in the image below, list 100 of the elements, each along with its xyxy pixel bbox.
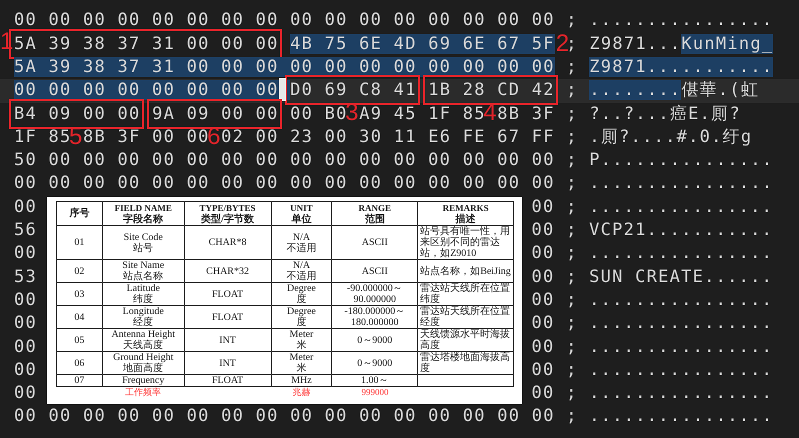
table-cell: N/A 不适用 (271, 226, 332, 260)
ascii-text: P............... (589, 150, 774, 170)
hex-bytes: B4 09 00 00 (14, 104, 141, 124)
table-cell: Site Name 站点名称 (102, 260, 184, 282)
column-separator: ; (566, 10, 578, 30)
hex-byte: 00 (14, 290, 38, 310)
column-header: 序号 (56, 202, 102, 226)
ascii-text: ................ (589, 313, 774, 334)
hex-bytes: 50 00 00 00 00 00 00 00 00 00 00 00 00 00 00 00 (14, 150, 555, 170)
table-cell: 雷达站天线所在位置纬度 (418, 282, 514, 306)
table-cell: -90.000000～ 90.000000 (332, 282, 418, 306)
table-cell: Degree 度 (271, 282, 332, 306)
column-separator: ; (566, 150, 578, 170)
table-cell: Latitude 纬度 (102, 282, 184, 306)
table-cell: 雷达站天线所在位置经度 (418, 306, 514, 328)
table-cell: 雷达塔楼地面海拔高度 (418, 352, 514, 374)
table-cell: FLOAT (184, 374, 271, 386)
column-header: UNIT 单位 (271, 202, 332, 226)
hex-bytes: 9A 09 00 00 (152, 104, 279, 124)
hex-bytes: 4B 75 6E 4D 69 6E 67 5F (290, 34, 555, 54)
column-separator: ; (566, 383, 578, 404)
hex-byte: 00 (532, 196, 555, 217)
annotation-number: 2 (556, 32, 570, 56)
hex-byte: 00 (532, 313, 555, 334)
ascii-text: ................ (589, 173, 774, 194)
column-header: RANGE 范围 (332, 202, 418, 226)
column-header: TYPE/BYTES 类型/字节数 (184, 202, 271, 226)
table-cell: ASCII (332, 226, 418, 260)
table-cell: 站号具有唯一性，用来区别不同的雷达站，如Z9010 (418, 226, 514, 260)
hex-bytes: 5A 39 38 37 31 00 00 00 (14, 34, 279, 54)
table-cell: CHAR*32 (184, 260, 271, 282)
table-cell: CHAR*8 (184, 226, 271, 260)
ascii-text: ................ (589, 336, 774, 357)
cell-overflow-text: 兆赫 (292, 387, 310, 397)
column-separator: ; (566, 173, 578, 194)
hex-byte: 00 (14, 196, 38, 217)
hex-byte: 00 (14, 243, 38, 264)
table-cell: MHz (271, 374, 332, 386)
table-cell: Site Code 站号 (102, 226, 184, 260)
table-cell: 01 (56, 226, 102, 260)
column-separator: ; (566, 290, 578, 310)
hex-byte: 00 (532, 290, 555, 310)
column-header: REMARKS 描述 (418, 202, 514, 226)
ascii-text: ................ (589, 360, 774, 380)
table-cell: Ground Height 地面高度 (102, 352, 184, 374)
table-cell: 站点名称，如BeiJing (418, 260, 514, 282)
column-header: FIELD NAME 字段名称 (102, 202, 184, 226)
hex-bytes: 00 00 00 00 00 00 00 00 00 00 00 00 00 00 00 00 (14, 406, 555, 426)
table-cell: INT (184, 328, 271, 352)
ascii-text: Z9871... (589, 34, 682, 54)
column-separator: ; (566, 126, 578, 147)
hex-byte: 00 (532, 360, 555, 380)
ascii-text: .厠?....#.0.纡g (589, 126, 752, 147)
ascii-text: KunMing_ (681, 34, 774, 54)
ascii-text: ................ (589, 290, 774, 310)
table-cell: 02 (56, 260, 102, 282)
table-cell: Longitude 经度 (102, 306, 184, 328)
column-separator: ; (566, 56, 578, 77)
hex-byte: 00 (14, 383, 38, 404)
table-cell: FLOAT (184, 282, 271, 306)
table-cell: 0～9000 (332, 328, 418, 352)
column-separator: ; (566, 104, 578, 124)
table-cell: Antenna Height 天线高度 (102, 328, 184, 352)
hex-bytes: 5A 39 38 37 31 00 00 00 00 00 00 00 00 00 00 00 (14, 56, 555, 77)
hex-bytes: 00 00 00 00 00 00 00 00 00 00 00 00 00 00 00 00 (14, 10, 555, 30)
column-separator: ; (566, 313, 578, 334)
hex-byte: 00 (532, 336, 555, 357)
table-cell: 06 (56, 352, 102, 374)
hex-bytes: 00 00 00 00 00 00 00 00 00 00 00 00 00 00 00 00 (14, 173, 555, 194)
table-cell: 07 (56, 374, 102, 386)
cell-overflow-text: 999000 (362, 387, 388, 397)
ascii-text: ................ (589, 196, 774, 217)
ascii-text: SUN CREATE...... (589, 266, 774, 287)
hex-byte: 00 (14, 313, 38, 334)
column-separator: ; (566, 220, 578, 240)
column-separator: ; (566, 336, 578, 357)
column-separator: ; (566, 243, 578, 264)
hex-bytes: 8B 3F (497, 104, 555, 124)
table-cell: Degree 度 (271, 306, 332, 328)
column-separator: ; (566, 80, 578, 100)
table-cell: 04 (56, 306, 102, 328)
ascii-text: ................ (589, 243, 774, 264)
hex-bytes: 00 00 00 00 00 00 00 00 (14, 80, 279, 100)
table-cell: ASCII (332, 260, 418, 282)
table-cell: 天线馈源水平时海拔高度 (418, 328, 514, 352)
table-cell: 05 (56, 328, 102, 352)
ascii-text: ................ (589, 383, 774, 404)
ascii-text: VCP21........... (589, 220, 774, 240)
hex-byte: 00 (14, 336, 38, 357)
table-cell: 1.00～ (332, 374, 418, 386)
table-cell: Meter 米 (271, 352, 332, 374)
ascii-text: ........ (589, 80, 682, 100)
hex-bytes: 02 00 23 00 30 11 E6 FE 67 FF (221, 126, 555, 147)
column-separator: ; (566, 196, 578, 217)
ascii-text: ................ (589, 406, 774, 426)
table-cell: Meter 米 (271, 328, 332, 352)
column-separator: ; (566, 406, 578, 426)
column-separator: ; (566, 266, 578, 287)
table-cell: N/A 不适用 (271, 260, 332, 282)
table-cell: FLOAT (184, 306, 271, 328)
